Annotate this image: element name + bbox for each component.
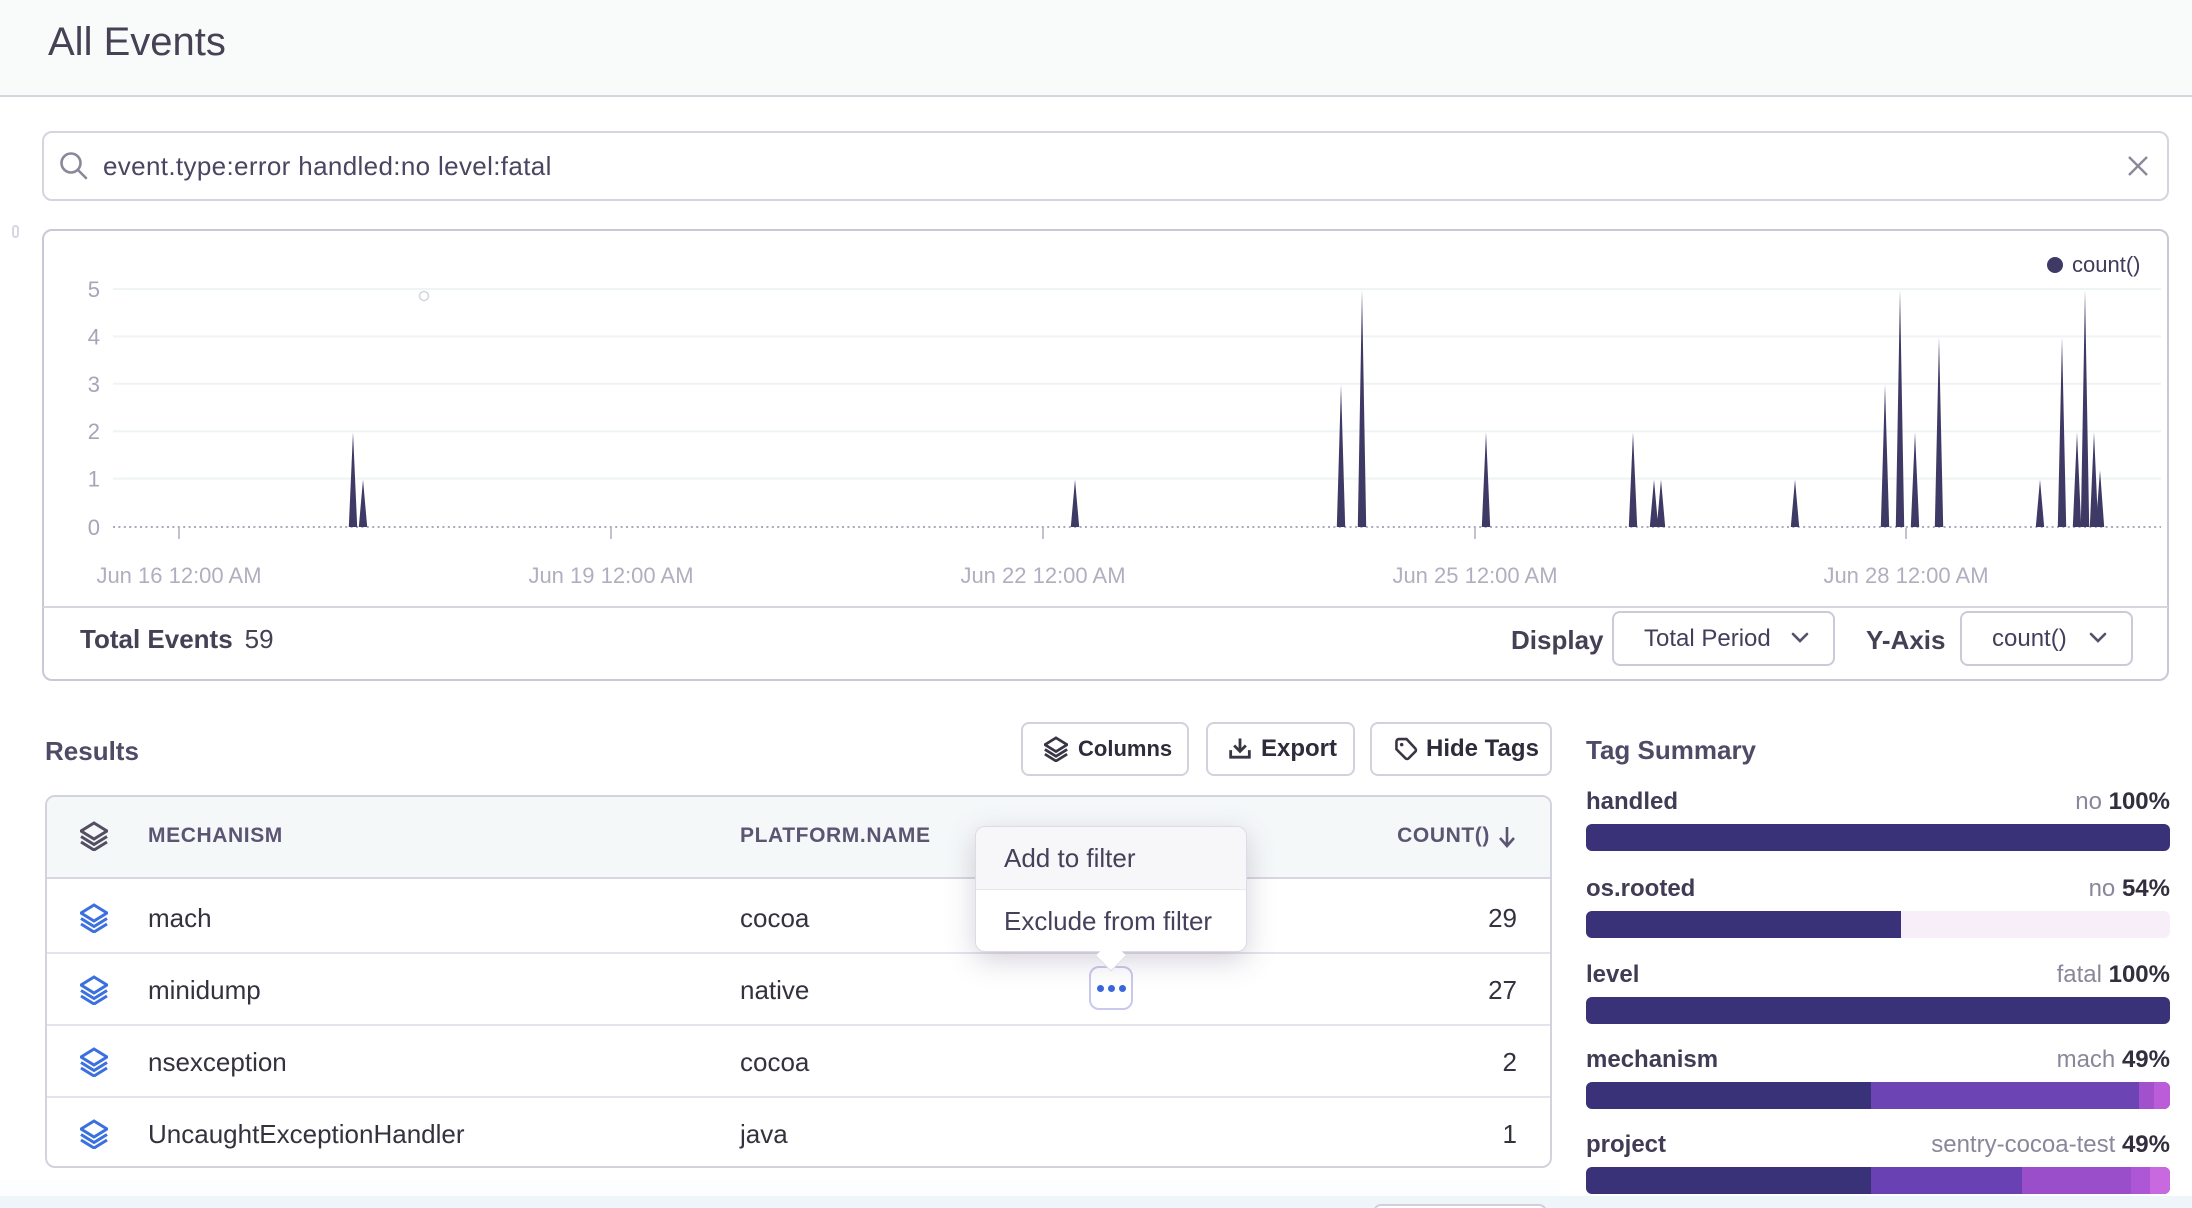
svg-text:4: 4 bbox=[88, 324, 100, 349]
svg-text:Jun 22 12:00 AM: Jun 22 12:00 AM bbox=[960, 563, 1125, 588]
svg-text:1: 1 bbox=[88, 467, 100, 492]
svg-text:5: 5 bbox=[88, 277, 100, 302]
svg-text:Jun 25 12:00 AM: Jun 25 12:00 AM bbox=[1392, 563, 1557, 588]
svg-text:Jun 16 12:00 AM: Jun 16 12:00 AM bbox=[96, 563, 261, 588]
svg-text:3: 3 bbox=[88, 372, 100, 397]
svg-text:2: 2 bbox=[88, 419, 100, 444]
svg-text:0: 0 bbox=[88, 515, 100, 540]
svg-text:count(): count() bbox=[2072, 252, 2140, 277]
svg-text:Jun 28 12:00 AM: Jun 28 12:00 AM bbox=[1823, 563, 1988, 588]
svg-text:Jun 19 12:00 AM: Jun 19 12:00 AM bbox=[528, 563, 693, 588]
